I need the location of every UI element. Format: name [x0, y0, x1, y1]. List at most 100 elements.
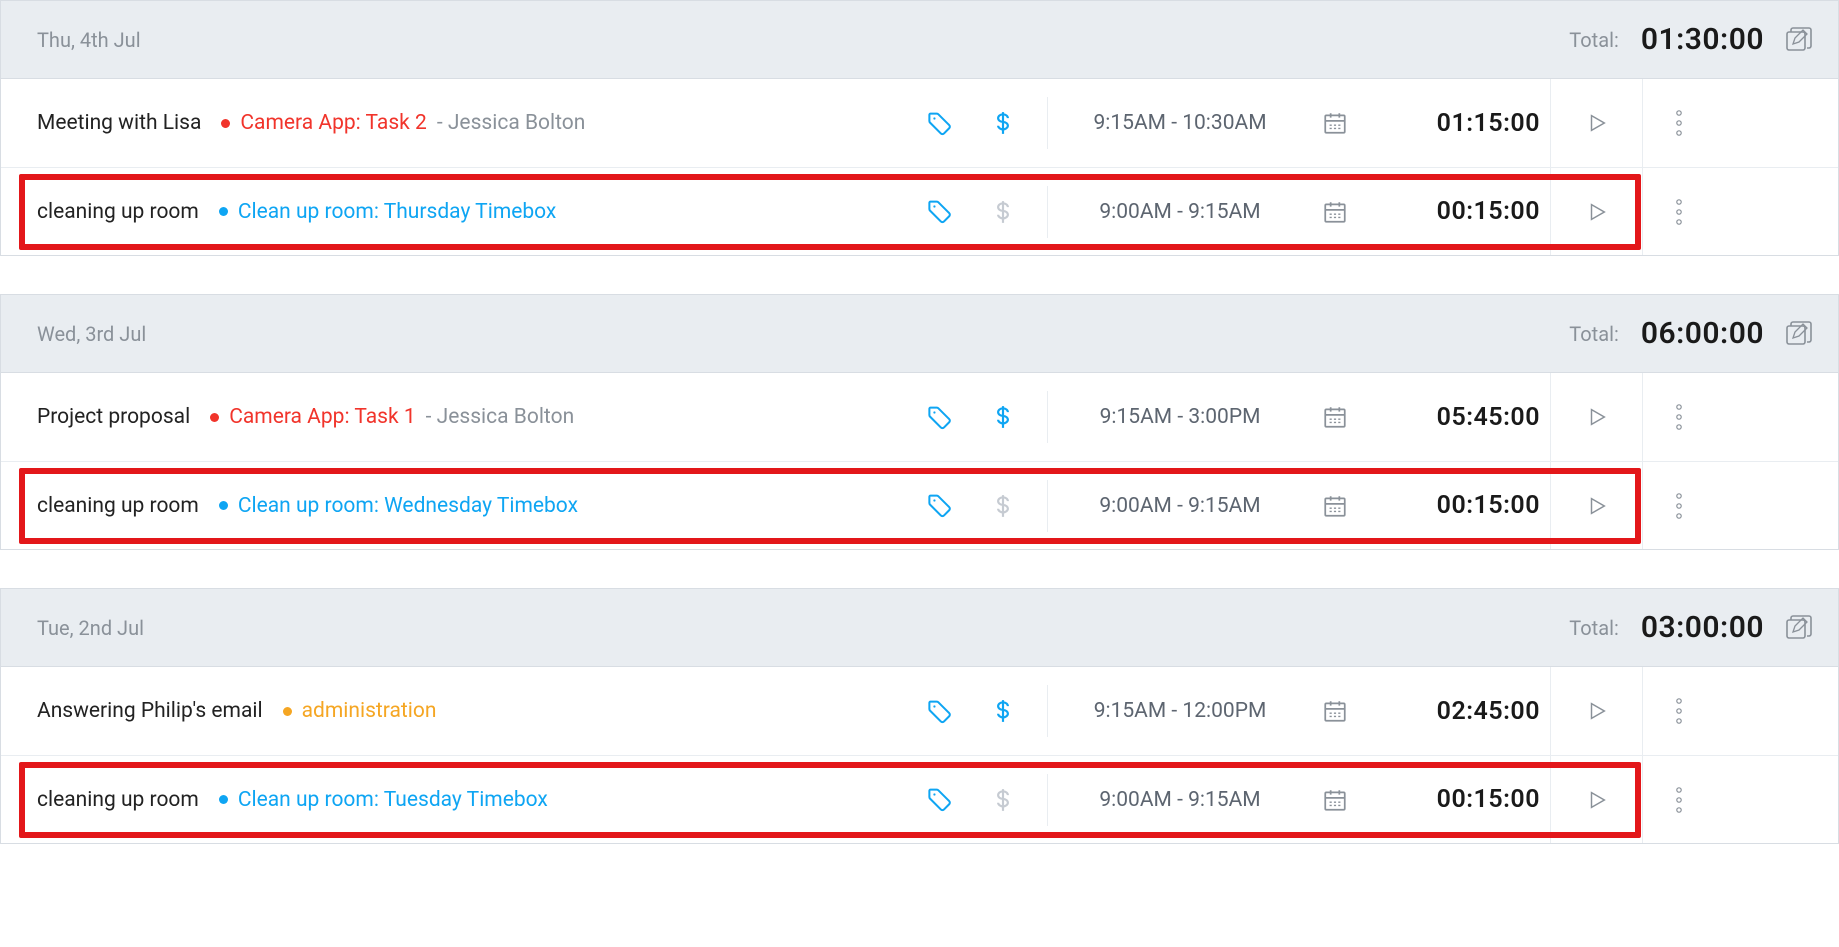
time-range[interactable]: 9:00AM - 9:15AM — [1060, 788, 1300, 812]
project-color-dot — [219, 207, 228, 216]
day-date: Wed, 3rd Jul — [37, 322, 146, 346]
entry-description-area[interactable]: Project proposal Camera App: Task 1 - Je… — [37, 405, 907, 429]
tag-button[interactable] — [907, 404, 971, 431]
entry-project[interactable]: Camera App: Task 1 - Jessica Bolton — [210, 405, 574, 429]
day-header: Tue, 2nd Jul Total: 03:00:00 — [1, 589, 1838, 667]
entry-description: cleaning up room — [37, 494, 199, 518]
divider — [1047, 685, 1048, 737]
time-entry[interactable]: Project proposal Camera App: Task 1 - Je… — [1, 373, 1838, 461]
time-entry[interactable]: cleaning up room Clean up room: Tuesday … — [1, 755, 1838, 843]
calendar-button[interactable] — [1300, 787, 1370, 813]
project-color-dot — [221, 119, 230, 128]
entry-project[interactable]: Clean up room: Wednesday Timebox — [219, 494, 578, 518]
project-label: Clean up room: Thursday Timebox — [238, 200, 557, 224]
project-label: Camera App: Task 1 — [229, 405, 415, 429]
total-label: Total: — [1569, 322, 1619, 346]
day-header: Thu, 4th Jul Total: 01:30:00 — [1, 1, 1838, 79]
total-time: 03:00:00 — [1641, 610, 1764, 645]
billable-button[interactable] — [971, 197, 1035, 227]
more-button[interactable] — [1642, 756, 1714, 843]
total-label: Total: — [1569, 28, 1619, 52]
play-button[interactable] — [1550, 756, 1642, 843]
entry-project[interactable]: Camera App: Task 2 - Jessica Bolton — [221, 111, 585, 135]
tag-button[interactable] — [907, 492, 971, 519]
time-range[interactable]: 9:15AM - 12:00PM — [1060, 699, 1300, 723]
total-time: 06:00:00 — [1641, 316, 1764, 351]
day-date: Thu, 4th Jul — [37, 28, 141, 52]
bulk-edit-icon[interactable] — [1786, 615, 1814, 641]
project-label: administration — [302, 699, 437, 723]
tag-button[interactable] — [907, 786, 971, 813]
entry-description-area[interactable]: cleaning up room Clean up room: Wednesda… — [37, 494, 907, 518]
calendar-button[interactable] — [1300, 110, 1370, 136]
client-label: - Jessica Bolton — [426, 405, 575, 429]
day-date: Tue, 2nd Jul — [37, 616, 144, 640]
more-button[interactable] — [1642, 462, 1714, 549]
billable-button[interactable] — [971, 108, 1035, 138]
entry-duration[interactable]: 00:15:00 — [1370, 491, 1550, 520]
more-button[interactable] — [1642, 168, 1714, 255]
entry-description: Project proposal — [37, 405, 190, 429]
play-button[interactable] — [1550, 462, 1642, 549]
calendar-button[interactable] — [1300, 493, 1370, 519]
more-button[interactable] — [1642, 79, 1714, 167]
tag-button[interactable] — [907, 110, 971, 137]
time-range[interactable]: 9:00AM - 9:15AM — [1060, 494, 1300, 518]
entry-description-area[interactable]: cleaning up room Clean up room: Tuesday … — [37, 788, 907, 812]
entries: Answering Philip's email administration … — [1, 667, 1838, 843]
play-button[interactable] — [1550, 168, 1642, 255]
more-button[interactable] — [1642, 373, 1714, 461]
bulk-edit-icon[interactable] — [1786, 27, 1814, 53]
billable-button[interactable] — [971, 696, 1035, 726]
project-color-dot — [283, 707, 292, 716]
client-label: - Jessica Bolton — [437, 111, 586, 135]
entry-duration[interactable]: 02:45:00 — [1370, 697, 1550, 726]
play-button[interactable] — [1550, 373, 1642, 461]
divider — [1047, 391, 1048, 443]
entry-description: cleaning up room — [37, 200, 199, 224]
entries: Meeting with Lisa Camera App: Task 2 - J… — [1, 79, 1838, 255]
time-range[interactable]: 9:15AM - 10:30AM — [1060, 111, 1300, 135]
entry-description-area[interactable]: cleaning up room Clean up room: Thursday… — [37, 200, 907, 224]
tag-button[interactable] — [907, 198, 971, 225]
day-group: Tue, 2nd Jul Total: 03:00:00 Answering P… — [0, 588, 1839, 844]
entry-duration[interactable]: 00:15:00 — [1370, 197, 1550, 226]
entry-duration[interactable]: 01:15:00 — [1370, 109, 1550, 138]
time-entry[interactable]: Answering Philip's email administration … — [1, 667, 1838, 755]
total-time: 01:30:00 — [1641, 22, 1764, 57]
calendar-button[interactable] — [1300, 698, 1370, 724]
project-label: Clean up room: Wednesday Timebox — [238, 494, 578, 518]
divider — [1047, 774, 1048, 826]
entry-duration[interactable]: 05:45:00 — [1370, 403, 1550, 432]
billable-button[interactable] — [971, 785, 1035, 815]
time-entry[interactable]: cleaning up room Clean up room: Wednesda… — [1, 461, 1838, 549]
billable-button[interactable] — [971, 491, 1035, 521]
project-label: Camera App: Task 2 — [240, 111, 426, 135]
time-entry[interactable]: cleaning up room Clean up room: Thursday… — [1, 167, 1838, 255]
more-button[interactable] — [1642, 667, 1714, 755]
entry-description-area[interactable]: Answering Philip's email administration — [37, 699, 907, 723]
play-button[interactable] — [1550, 667, 1642, 755]
entry-description: cleaning up room — [37, 788, 199, 812]
calendar-button[interactable] — [1300, 404, 1370, 430]
entry-description: Answering Philip's email — [37, 699, 263, 723]
entry-project[interactable]: administration — [283, 699, 437, 723]
entry-description-area[interactable]: Meeting with Lisa Camera App: Task 2 - J… — [37, 111, 907, 135]
time-range[interactable]: 9:15AM - 3:00PM — [1060, 405, 1300, 429]
play-button[interactable] — [1550, 79, 1642, 167]
entry-duration[interactable]: 00:15:00 — [1370, 785, 1550, 814]
project-color-dot — [219, 795, 228, 804]
project-label: Clean up room: Tuesday Timebox — [238, 788, 548, 812]
time-range[interactable]: 9:00AM - 9:15AM — [1060, 200, 1300, 224]
tag-button[interactable] — [907, 698, 971, 725]
entry-project[interactable]: Clean up room: Tuesday Timebox — [219, 788, 548, 812]
billable-button[interactable] — [971, 402, 1035, 432]
entry-project[interactable]: Clean up room: Thursday Timebox — [219, 200, 557, 224]
total-label: Total: — [1569, 616, 1619, 640]
day-group: Thu, 4th Jul Total: 01:30:00 Meeting wit… — [0, 0, 1839, 256]
project-color-dot — [210, 413, 219, 422]
divider — [1047, 186, 1048, 238]
time-entry[interactable]: Meeting with Lisa Camera App: Task 2 - J… — [1, 79, 1838, 167]
calendar-button[interactable] — [1300, 199, 1370, 225]
bulk-edit-icon[interactable] — [1786, 321, 1814, 347]
